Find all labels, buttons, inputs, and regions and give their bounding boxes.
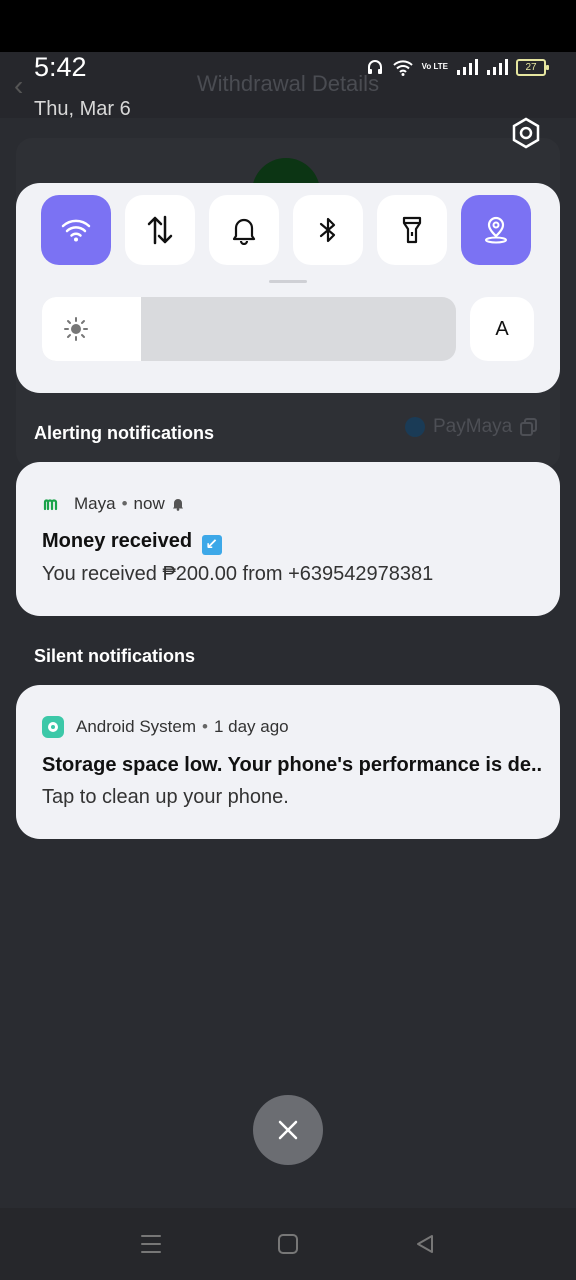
status-date: Thu, Mar 6 [34,98,131,120]
background-provider: PayMaya [405,416,538,438]
signal-icon [457,59,478,75]
close-icon [278,1120,298,1140]
tile-bluetooth[interactable] [293,195,363,265]
notification-body: You received ₱200.00 from +639542978381 [42,563,434,585]
notification-title-wrap: Money received ↙ [42,530,222,555]
notification-header: Android System • 1 day ago [42,716,289,738]
arrow-down-left-icon: ↙ [201,535,222,555]
signal-icon-2 [487,59,508,75]
battery-icon: 27 [516,58,549,76]
notification-header: Maya • now [42,494,185,514]
top-bar [0,0,576,52]
brightness-sun-icon [64,317,88,341]
drag-handle[interactable] [269,280,307,283]
navigation-bar [0,1208,576,1280]
tile-flashlight[interactable] [377,195,447,265]
notification-body: Tap to clean up your phone. [42,786,289,808]
quick-settings-panel: A [16,183,560,393]
brightness-slider[interactable] [42,297,456,361]
volte-icon: Vo LTE [421,62,448,71]
notification-maya[interactable]: Maya • now Money received ↙ You received… [16,462,560,616]
home-square-icon [278,1234,298,1254]
headphones-icon [367,60,382,74]
separator-dot: • [121,494,128,513]
tile-wifi[interactable] [41,195,111,265]
separator-dot: • [202,717,208,736]
notification-app-name: Maya [74,494,116,513]
bell-small-icon [172,499,183,511]
maya-app-icon [43,499,58,511]
tile-sound[interactable] [209,195,279,265]
notification-title: Storage space low. Your phone's performa… [42,754,543,776]
paymaya-logo-icon [405,417,425,437]
back-triangle-icon [417,1235,433,1253]
back-button[interactable] [411,1230,439,1258]
recents-button[interactable] [137,1230,165,1258]
notification-app-name: Android System [76,717,196,736]
bluetooth-icon [319,217,336,243]
notification-time: 1 day ago [213,717,289,736]
bell-icon [232,218,256,245]
status-icons: Vo LTE 27 [366,58,549,76]
notification-android-system[interactable]: Android System • 1 day ago Storage space… [16,685,560,839]
android-system-app-icon [42,716,64,738]
background-provider-label: PayMaya [433,416,513,437]
copy-icon [520,418,538,436]
settings-gear-icon[interactable] [510,117,542,154]
auto-brightness-button[interactable]: A [470,297,534,361]
alerting-section-label: Alerting notifications [34,423,214,443]
clear-all-button[interactable] [253,1095,323,1165]
wifi-icon [61,219,91,242]
silent-section-label: Silent notifications [34,646,196,666]
brightness-fill [42,297,142,361]
home-button[interactable] [274,1230,302,1258]
notification-time: now [133,494,165,513]
tile-location[interactable] [461,195,531,265]
wifi-status-icon [392,60,413,76]
data-arrows-icon [147,215,173,245]
tile-mobile-data[interactable] [125,195,195,265]
notification-title: Money received [42,530,193,552]
location-icon [485,216,507,244]
status-time: 5:42 [34,52,87,82]
menu-icon [141,1235,161,1253]
flashlight-icon [402,216,422,244]
